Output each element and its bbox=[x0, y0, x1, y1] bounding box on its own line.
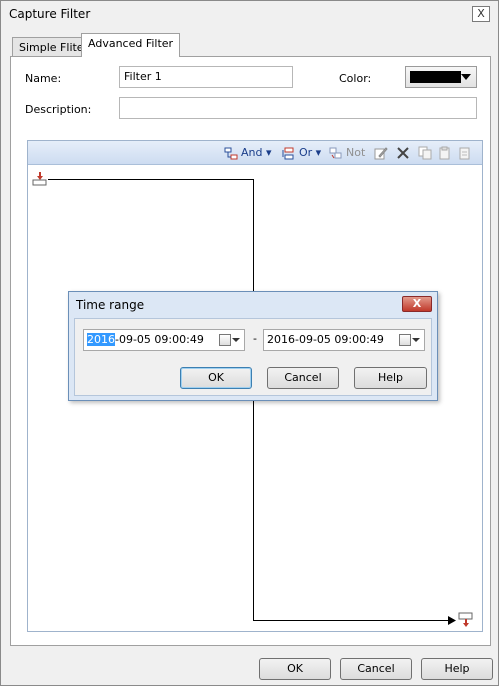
start-year-selection: 2016 bbox=[87, 333, 115, 346]
description-input[interactable] bbox=[119, 97, 477, 119]
capture-filter-window: Capture Filter X Simple Fliter Advanced … bbox=[0, 0, 499, 686]
cancel-button[interactable]: Cancel bbox=[340, 658, 412, 680]
title-bar: Capture Filter X bbox=[1, 1, 498, 29]
dialog-ok-button[interactable]: OK bbox=[180, 367, 252, 389]
and-button[interactable]: And ▾ bbox=[224, 145, 272, 161]
and-label: And bbox=[241, 146, 263, 159]
calendar-icon[interactable] bbox=[219, 334, 231, 346]
color-swatch bbox=[410, 71, 461, 83]
edit-icon[interactable] bbox=[374, 146, 388, 160]
ok-button[interactable]: OK bbox=[259, 658, 331, 680]
description-label: Description: bbox=[25, 103, 92, 116]
or-label: Or bbox=[299, 146, 313, 159]
window-title: Capture Filter bbox=[9, 7, 91, 21]
calendar-icon[interactable] bbox=[399, 334, 411, 346]
start-datetime-picker[interactable]: 2016-09-05 09:00:49 bbox=[83, 329, 245, 351]
or-icon bbox=[282, 147, 294, 159]
start-datetime-rest: -09-05 09:00:49 bbox=[115, 333, 204, 346]
end-datetime-value: 2016-09-05 09:00:49 bbox=[267, 333, 384, 346]
dialog-cancel-button[interactable]: Cancel bbox=[267, 367, 339, 389]
not-icon bbox=[329, 147, 342, 158]
color-picker[interactable] bbox=[405, 66, 477, 88]
time-range-dialog: Time range X 2016-09-05 09:00:49 - 2016-… bbox=[68, 291, 438, 401]
end-datetime-picker[interactable]: 2016-09-05 09:00:49 bbox=[263, 329, 425, 351]
chevron-down-icon[interactable] bbox=[412, 338, 420, 342]
paste-icon[interactable] bbox=[438, 146, 452, 160]
time-range-body: 2016-09-05 09:00:49 - 2016-09-05 09:00:4… bbox=[74, 318, 432, 396]
arrowhead-icon bbox=[448, 616, 456, 625]
flow-line-bottom bbox=[253, 620, 454, 621]
start-node-icon[interactable] bbox=[32, 171, 48, 187]
name-label: Name: bbox=[25, 72, 62, 85]
or-button[interactable]: Or ▾ bbox=[282, 145, 321, 161]
and-icon bbox=[224, 147, 238, 159]
range-separator: - bbox=[253, 332, 257, 345]
copy-icon[interactable] bbox=[418, 146, 432, 160]
clipboard-icon[interactable] bbox=[458, 146, 472, 160]
name-input[interactable]: Filter 1 bbox=[119, 66, 293, 88]
close-icon[interactable]: X bbox=[472, 6, 490, 22]
flow-line bbox=[48, 179, 253, 180]
chevron-down-icon[interactable] bbox=[232, 338, 240, 342]
dialog-help-button[interactable]: Help bbox=[354, 367, 427, 389]
color-label: Color: bbox=[339, 72, 372, 85]
filter-toolbar: And ▾ Or ▾ Not bbox=[28, 141, 482, 165]
chevron-down-icon bbox=[461, 74, 471, 80]
not-label: Not bbox=[346, 146, 366, 159]
end-node-icon[interactable] bbox=[458, 612, 474, 629]
help-button[interactable]: Help bbox=[421, 658, 493, 680]
not-button[interactable]: Not bbox=[329, 145, 365, 161]
delete-icon[interactable] bbox=[396, 146, 410, 160]
tab-advanced-filter[interactable]: Advanced Filter bbox=[81, 33, 181, 57]
close-icon[interactable]: X bbox=[402, 296, 432, 312]
time-range-title: Time range bbox=[76, 298, 145, 312]
